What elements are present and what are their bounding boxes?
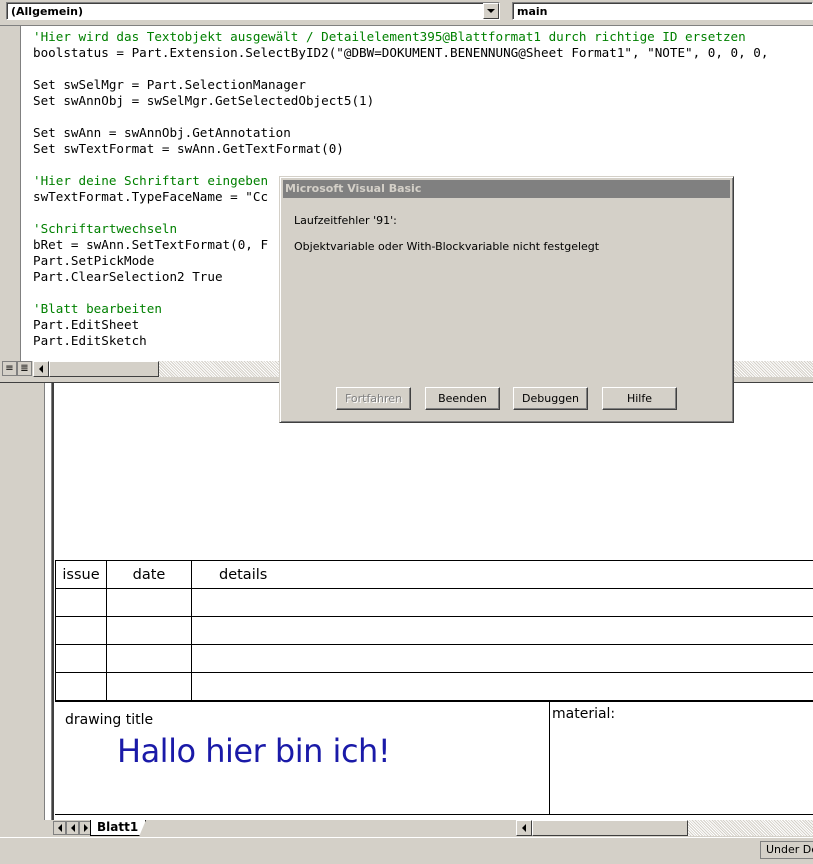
prev-sheet-button[interactable] — [66, 821, 79, 835]
procedure-combo[interactable]: main — [512, 2, 813, 20]
sheet-tab-label: Blatt1 — [97, 820, 138, 834]
table-cell — [192, 673, 813, 701]
code-line[interactable]: Set swTextFormat = swAnn.GetTextFormat(0… — [33, 141, 768, 157]
header-issue: issue — [56, 561, 107, 589]
table-cell — [192, 589, 813, 617]
table-cell — [56, 589, 107, 617]
sheet-scroll-left-button[interactable] — [516, 820, 532, 836]
object-combo-dropdown-button[interactable] — [483, 3, 499, 19]
arrow-left-icon — [71, 824, 75, 832]
table-row — [56, 673, 813, 701]
table-cell — [56, 645, 107, 673]
code-line[interactable] — [33, 61, 768, 77]
drawing-title-label: drawing title — [65, 712, 153, 728]
first-sheet-button[interactable] — [53, 821, 66, 835]
table-cell — [107, 589, 192, 617]
status-bar: Under Def — [0, 837, 813, 864]
dialog-error-code: Laufzeitfehler '91': — [294, 214, 397, 227]
code-line[interactable]: 'Hier wird das Textobjekt ausgewält / De… — [33, 29, 768, 45]
sheet-tab-blatt1[interactable]: Blatt1 — [90, 820, 146, 836]
drawing-title-value[interactable]: Hallo hier bin ich! — [117, 732, 390, 770]
status-definition-state: Under Def — [760, 841, 813, 859]
sheet-left-border — [44, 383, 52, 820]
procedure-combo-row: (Allgemein) main — [0, 0, 813, 24]
revision-table-header: issue date details — [56, 561, 813, 589]
dialog-title-bar[interactable]: Microsoft Visual Basic — [283, 180, 730, 198]
full-module-view-icon[interactable]: ≣ — [17, 361, 32, 376]
table-row — [56, 645, 813, 673]
title-block-title-cell: drawing title Hallo hier bin ich! — [55, 702, 550, 814]
continue-button[interactable]: Fortfahren — [336, 387, 411, 410]
table-cell — [56, 617, 107, 645]
dialog-error-message: Objektvariable oder With-Blockvariable n… — [294, 240, 599, 253]
table-row — [56, 589, 813, 617]
table-row — [56, 617, 813, 645]
drawing-area: issue date details drawing title Hallo h… — [0, 383, 813, 820]
object-combo-value: (Allgemein) — [11, 5, 83, 18]
arrow-right-icon — [84, 824, 88, 832]
scrollbar-thumb[interactable] — [49, 361, 159, 377]
header-details: details — [192, 561, 813, 589]
table-cell — [107, 617, 192, 645]
editor-margin — [0, 26, 21, 362]
drawing-sheet[interactable]: issue date details drawing title Hallo h… — [52, 383, 813, 820]
code-line[interactable]: Set swAnnObj = swSelMgr.GetSelectedObjec… — [33, 93, 768, 109]
code-line[interactable] — [33, 109, 768, 125]
sheet-tab-bar: Blatt1 — [0, 820, 813, 837]
table-cell — [107, 673, 192, 701]
table-cell — [192, 617, 813, 645]
scroll-left-button[interactable] — [33, 361, 49, 377]
revision-table: issue date details — [55, 560, 813, 701]
code-line[interactable]: Set swAnn = swAnnObj.GetAnnotation — [33, 125, 768, 141]
chevron-down-icon — [487, 9, 495, 13]
table-cell — [192, 645, 813, 673]
table-cell — [56, 673, 107, 701]
procedure-view-icon[interactable]: ≡ — [2, 361, 17, 376]
arrow-left-icon — [522, 824, 526, 832]
title-block: drawing title Hallo hier bin ich! materi… — [55, 701, 813, 815]
code-line[interactable] — [33, 157, 768, 173]
code-line[interactable]: boolstatus = Part.Extension.SelectByID2(… — [33, 45, 768, 61]
sheet-scrollbar-thumb[interactable] — [532, 820, 688, 836]
procedure-combo-value: main — [517, 5, 548, 18]
sheet-horizontal-scrollbar[interactable] — [516, 820, 813, 836]
code-line[interactable]: Set swSelMgr = Part.SelectionManager — [33, 77, 768, 93]
runtime-error-dialog: Microsoft Visual Basic Laufzeitfehler '9… — [279, 176, 734, 423]
arrow-left-icon — [39, 365, 43, 373]
end-button[interactable]: Beenden — [425, 387, 500, 410]
material-label: material: — [552, 706, 615, 722]
arrow-left-icon — [58, 824, 62, 832]
table-cell — [107, 645, 192, 673]
help-button[interactable]: Hilfe — [602, 387, 677, 410]
object-combo[interactable]: (Allgemein) — [6, 2, 500, 20]
debug-button[interactable]: Debuggen — [513, 387, 588, 410]
header-date: date — [107, 561, 192, 589]
